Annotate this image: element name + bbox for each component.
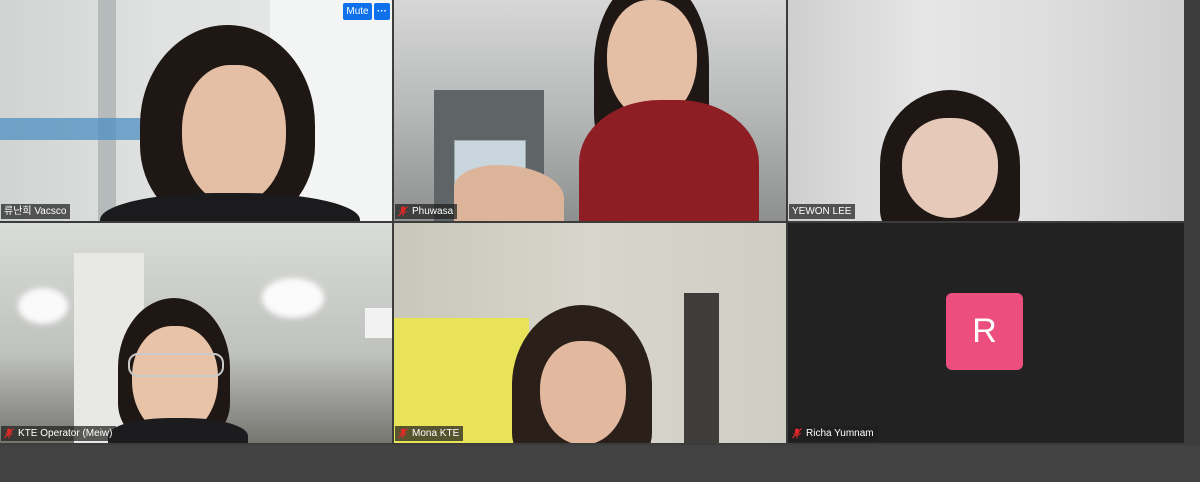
participant-name: 류난희 Vacsco <box>4 206 67 217</box>
participant-tile-3[interactable]: YEWON LEE <box>788 0 1184 221</box>
participant-video-person <box>100 25 360 221</box>
participant-name: Phuwasa <box>412 206 454 217</box>
participant-tile-1[interactable]: Mute ··· 류난희 Vacsco <box>0 0 392 221</box>
muted-mic-icon <box>398 206 408 217</box>
participant-name: KTE Operator (Meiw) <box>18 428 113 439</box>
participant-name-tag: YEWON LEE <box>789 204 856 219</box>
participant-tile-5[interactable]: Mona KTE <box>394 223 786 443</box>
participant-tile-2[interactable]: Phuwasa <box>394 0 786 221</box>
muted-mic-icon <box>398 428 408 439</box>
participant-name-tag: Richa Yumnam <box>789 426 878 441</box>
participant-name: YEWON LEE <box>792 206 852 217</box>
participant-video-person <box>512 305 652 443</box>
participant-tile-4[interactable]: KTE Operator (Meiw) <box>0 223 392 443</box>
muted-mic-icon <box>792 428 802 439</box>
participant-name-tag: KTE Operator (Meiw) <box>1 426 117 441</box>
participant-name-tag: 류난희 Vacsco <box>1 204 71 219</box>
participant-video-person <box>108 298 248 443</box>
avatar: R <box>946 293 1023 370</box>
glasses <box>128 353 224 377</box>
participant-video-person <box>569 0 769 221</box>
participant-name: Mona KTE <box>412 428 460 439</box>
participant-video-person <box>880 90 1020 221</box>
meeting-window: Mute ··· 류난희 Vacsco Phuwasa YEWON LEE KT… <box>0 0 1200 482</box>
meeting-footer-area <box>0 445 1200 482</box>
participant-name-tag: Phuwasa <box>395 204 458 219</box>
gallery-view: Mute ··· 류난희 Vacsco Phuwasa YEWON LEE KT… <box>0 0 1184 445</box>
participant-name: Richa Yumnam <box>806 428 874 439</box>
participant-name-tag: Mona KTE <box>395 426 464 441</box>
participant-tile-6[interactable]: R Richa Yumnam <box>788 223 1184 443</box>
mute-participant-button[interactable]: Mute <box>343 3 372 20</box>
more-options-button[interactable]: ··· <box>374 3 390 20</box>
muted-mic-icon <box>4 428 14 439</box>
